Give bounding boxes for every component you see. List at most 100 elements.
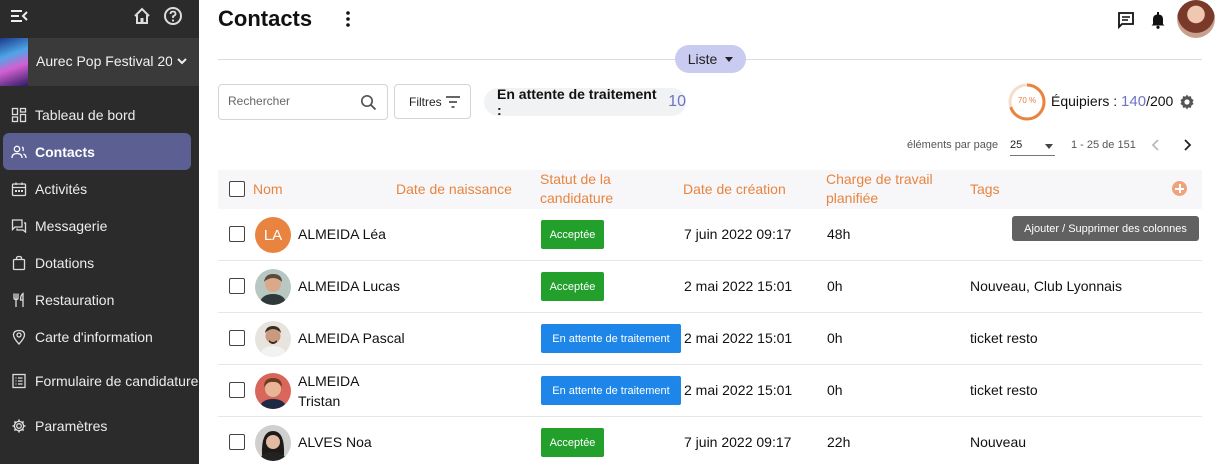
team-gauge: 70 % [1007,82,1047,122]
message-icon[interactable] [1117,11,1135,29]
column-header-birth[interactable]: Date de naissance [396,180,512,199]
gear-icon [12,419,26,432]
sidebar-item-label: Messagerie [35,217,108,234]
event-name: Aurec Pop Festival 20... [36,53,172,69]
filters-label: Filtres [409,94,442,109]
map-pin-icon [12,329,26,345]
avatar [255,269,291,305]
status-badge: Acceptée [541,220,604,249]
table-row[interactable]: ALMEIDA Pascal En attente de traitement … [218,313,1202,365]
status-badge: Acceptée [541,428,604,457]
filters-button[interactable]: Filtres [394,84,471,119]
row-checkbox[interactable] [229,434,245,450]
tags: Nouveau [970,434,1027,450]
pending-status-label: En attente de traitement : [497,86,657,118]
event-thumbnail [0,38,28,86]
home-icon[interactable] [132,6,152,26]
tags: ticket resto [970,382,1038,398]
contact-name[interactable]: ALMEIDA Léa [298,224,386,244]
sidebar-item-contacts[interactable]: Contacts [3,133,191,170]
status-badge: En attente de traitement [541,324,681,353]
sidebar-item-restauration[interactable]: Restauration [0,281,199,318]
workload: 0h [827,330,843,346]
sidebar-nav: Tableau de bord Contacts Activités Messa… [0,96,199,444]
chevron-left-icon[interactable] [1150,138,1162,152]
form-icon [12,373,26,389]
column-header-name[interactable]: Nom [253,180,283,199]
avatar [255,373,291,409]
sidebar-item-dashboard[interactable]: Tableau de bord [0,96,199,133]
cutlery-icon [13,291,24,307]
search-input[interactable] [228,94,353,108]
help-icon[interactable] [163,6,183,26]
add-column-icon[interactable] [1172,181,1187,196]
caret-down-icon [725,56,734,62]
column-header-created[interactable]: Date de création [683,180,786,199]
per-page-label: éléments par page [907,139,999,151]
table-row[interactable]: ALMEIDA Tristan En attente de traitement… [218,365,1202,417]
settings-icon[interactable] [1178,93,1196,111]
sidebar-item-application-form[interactable]: Formulaire de candidature [0,355,199,407]
sidebar-item-settings[interactable]: Paramètres [0,407,199,444]
column-header-tags[interactable]: Tags [970,180,1000,199]
table-header: Nom Date de naissance Statut de la candi… [218,170,1202,209]
sidebar-item-activities[interactable]: Activités [0,170,199,207]
pagination-range: 1 - 25 de 151 [1071,139,1136,151]
columns-tooltip: Ajouter / Supprimer des colonnes [1012,216,1199,241]
workload: 0h [827,382,843,398]
select-all-checkbox[interactable] [229,181,245,197]
contact-name[interactable]: ALMEIDA Pascal [298,328,405,348]
view-selector[interactable]: Liste [675,45,746,73]
row-checkbox[interactable] [229,382,245,398]
collapse-menu-icon[interactable] [10,7,28,25]
table-row[interactable]: ALMEIDA Lucas Acceptée 2 mai 2022 15:01 … [218,261,1202,313]
bell-icon[interactable] [1150,11,1166,29]
tags: ticket resto [970,330,1038,346]
created-date: 2 mai 2022 15:01 [684,278,793,294]
row-checkbox[interactable] [229,226,245,242]
sidebar-item-label: Contacts [35,143,95,160]
team-count-label: Équipiers : [1051,93,1118,109]
sidebar-item-info-map[interactable]: Carte d'information [0,318,199,355]
created-date: 2 mai 2022 15:01 [684,330,793,346]
per-page-select[interactable]: 25 [1010,136,1055,156]
chat-icon [11,218,27,233]
pending-status-count: 10 [668,93,686,110]
row-checkbox[interactable] [229,330,245,346]
workload: 0h [827,278,843,294]
pending-status-chip[interactable]: En attente de traitement : 10 [484,86,686,118]
column-header-workload[interactable]: Charge de travail planifiée [826,170,946,208]
sidebar-item-dotations[interactable]: Dotations [0,244,199,281]
event-selector[interactable]: Aurec Pop Festival 20... [0,38,199,86]
view-selector-label: Liste [687,51,718,67]
chevron-right-icon[interactable] [1181,138,1193,152]
search-box [218,84,388,120]
calendar-icon [11,182,27,196]
contact-name[interactable]: ALVES Noa [298,432,372,452]
column-header-status[interactable]: Statut de la candidature [540,170,650,208]
more-options-icon[interactable] [342,10,354,28]
team-count-total: /200 [1146,93,1174,109]
sidebar-item-label: Activités [35,180,88,197]
bag-icon [12,255,26,270]
search-icon[interactable] [360,94,377,111]
page-title: Contacts [218,6,313,31]
chevron-down-icon [177,58,187,65]
avatar [255,321,291,357]
avatar [255,425,291,461]
created-date: 7 juin 2022 09:17 [684,434,792,450]
status-badge: Acceptée [541,272,604,301]
contact-name[interactable]: ALMEIDA Lucas [298,276,400,296]
workload: 22h [827,434,851,450]
status-badge: En attente de traitement [541,376,681,405]
user-avatar[interactable] [1177,0,1215,38]
sidebar: Aurec Pop Festival 20... Tableau de bord… [0,0,199,464]
sidebar-item-label: Tableau de bord [35,106,136,123]
table-row[interactable]: ALVES Noa Acceptée 7 juin 2022 09:17 22h… [218,417,1202,464]
row-checkbox[interactable] [229,278,245,294]
team-count-value: 140 [1121,93,1147,110]
sidebar-item-label: Dotations [35,254,95,271]
contact-name[interactable]: ALMEIDA Tristan [298,371,368,411]
sidebar-item-messaging[interactable]: Messagerie [0,207,199,244]
tags: Nouveau, Club Lyonnais [970,278,1123,294]
